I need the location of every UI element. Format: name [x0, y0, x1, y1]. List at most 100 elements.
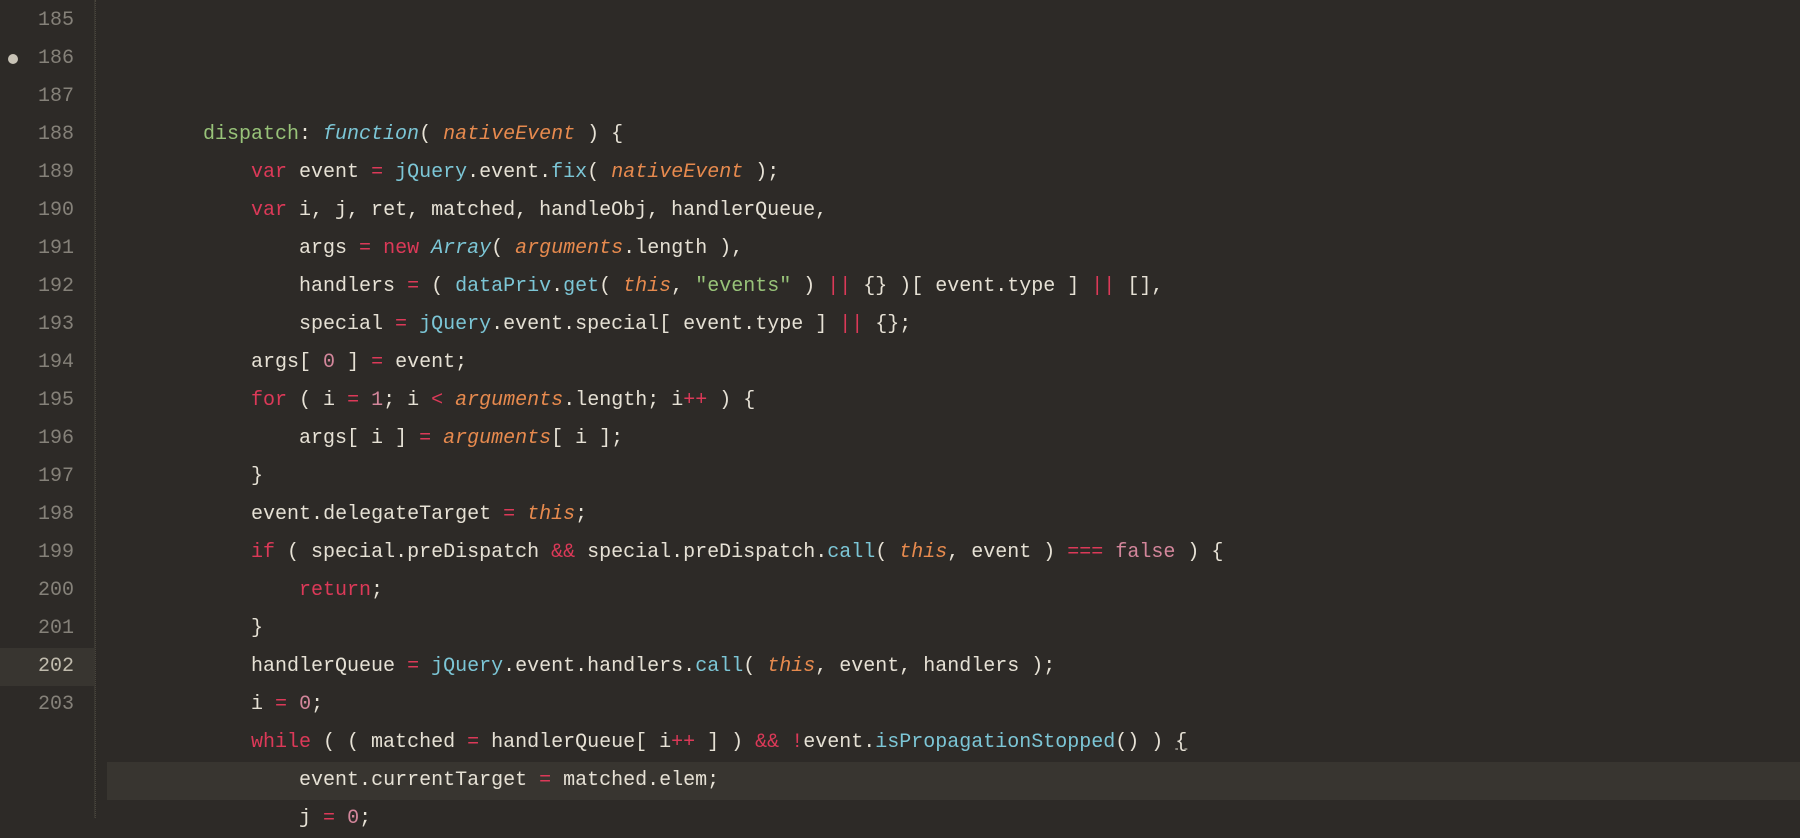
code-token: = [395, 313, 407, 336]
code-line[interactable]: handlers = ( dataPriv.get( this, "events… [107, 268, 1800, 306]
line-number[interactable]: 190 [0, 192, 94, 230]
code-token: ) [791, 275, 827, 298]
line-number[interactable]: 197 [0, 458, 94, 496]
line-number[interactable]: 186 [0, 40, 94, 78]
code-token: . [863, 731, 875, 754]
code-token: arguments [515, 237, 623, 260]
code-line[interactable]: while ( ( matched = handlerQueue[ i++ ] … [107, 724, 1800, 762]
code-token: ( [491, 237, 515, 260]
code-token: get [563, 275, 599, 298]
code-token: 0 [323, 351, 335, 374]
code-token [107, 541, 251, 564]
line-number[interactable]: 189 [0, 154, 94, 192]
code-token: event [515, 655, 575, 678]
code-token: && [551, 541, 575, 564]
line-number[interactable]: 187 [0, 78, 94, 116]
code-token: handlerQueue[ i [479, 731, 671, 754]
code-token [443, 389, 455, 412]
code-token: ] [335, 351, 371, 374]
code-token: === [1067, 541, 1103, 564]
code-token: ( [599, 275, 623, 298]
code-token: call [827, 541, 875, 564]
code-token: ( ( matched [311, 731, 467, 754]
code-token: args [107, 237, 359, 260]
code-token: length [635, 237, 707, 260]
code-token: isPropagationStopped [875, 731, 1115, 754]
code-line[interactable]: event.currentTarget = matched.elem; [107, 762, 1800, 800]
line-number[interactable]: 193 [0, 306, 94, 344]
code-token: matched [551, 769, 647, 792]
code-token: event [287, 161, 371, 184]
code-line[interactable]: var i, j, ret, matched, handleObj, handl… [107, 192, 1800, 230]
code-token: for [251, 389, 287, 412]
code-line[interactable]: special = jQuery.event.special[ event.ty… [107, 306, 1800, 344]
code-editor[interactable]: 1851861871881891901911921931941951961971… [0, 0, 1800, 818]
code-line[interactable]: args[ i ] = arguments[ i ]; [107, 420, 1800, 458]
line-number[interactable]: 198 [0, 496, 94, 534]
code-token: jQuery [419, 313, 491, 336]
code-token: event [107, 503, 311, 526]
code-token: while [251, 731, 311, 754]
code-token: = [371, 161, 383, 184]
code-line[interactable]: j = 0; [107, 800, 1800, 838]
code-token: "events" [695, 275, 791, 298]
code-token: ++ [671, 731, 695, 754]
code-token: this [899, 541, 947, 564]
line-number[interactable]: 203 [0, 686, 94, 724]
code-line[interactable]: } [107, 458, 1800, 496]
code-token: event; [383, 351, 467, 374]
line-number[interactable]: 199 [0, 534, 94, 572]
code-line[interactable]: var event = jQuery.event.fix( nativeEven… [107, 154, 1800, 192]
code-token: nativeEvent [443, 123, 575, 146]
code-token: ), [707, 237, 743, 260]
code-token: } [107, 617, 263, 640]
code-token [107, 161, 251, 184]
code-token: ( [419, 275, 455, 298]
line-number[interactable]: 191 [0, 230, 94, 268]
code-token: 1 [371, 389, 383, 412]
code-token: = [503, 503, 515, 526]
line-number[interactable]: 200 [0, 572, 94, 610]
code-token: length; i [575, 389, 683, 412]
code-token: . [743, 313, 755, 336]
modified-dot-icon [8, 54, 18, 64]
code-line[interactable]: handlerQueue = jQuery.event.handlers.cal… [107, 648, 1800, 686]
line-number[interactable]: 195 [0, 382, 94, 420]
code-token: . [503, 655, 515, 678]
code-token: . [467, 161, 479, 184]
code-token: ; i [383, 389, 431, 412]
line-number-gutter[interactable]: 1851861871881891901911921931941951961971… [0, 0, 94, 818]
code-token: {}; [863, 313, 911, 336]
line-number[interactable]: 188 [0, 116, 94, 154]
line-number[interactable]: 201 [0, 610, 94, 648]
code-token [515, 503, 527, 526]
code-token: : [299, 123, 323, 146]
code-token: [ i ]; [551, 427, 623, 450]
code-token [107, 579, 299, 602]
line-number[interactable]: 202 [0, 648, 94, 686]
line-number[interactable]: 192 [0, 268, 94, 306]
code-line[interactable]: args[ 0 ] = event; [107, 344, 1800, 382]
code-line[interactable]: event.delegateTarget = this; [107, 496, 1800, 534]
code-token: = [371, 351, 383, 374]
code-token: ( special [275, 541, 395, 564]
code-token: () ) [1115, 731, 1175, 754]
code-token: ; [575, 503, 587, 526]
code-line[interactable]: dispatch: function( nativeEvent ) { [107, 116, 1800, 154]
line-number[interactable]: 196 [0, 420, 94, 458]
line-number[interactable]: 185 [0, 2, 94, 40]
code-token: nativeEvent [611, 161, 743, 184]
code-token: = [275, 693, 287, 716]
code-line[interactable]: } [107, 610, 1800, 648]
line-number[interactable]: 194 [0, 344, 94, 382]
code-line[interactable]: if ( special.preDispatch && special.preD… [107, 534, 1800, 572]
code-area[interactable]: dispatch: function( nativeEvent ) { var … [94, 0, 1800, 818]
code-token: ) { [707, 389, 755, 412]
code-line[interactable]: i = 0; [107, 686, 1800, 724]
code-line[interactable]: args = new Array( arguments.length ), [107, 230, 1800, 268]
code-line[interactable]: return; [107, 572, 1800, 610]
code-token: ] ) [695, 731, 755, 754]
code-line[interactable]: for ( i = 1; i < arguments.length; i++ )… [107, 382, 1800, 420]
code-token: if [251, 541, 275, 564]
code-token: . [575, 655, 587, 678]
